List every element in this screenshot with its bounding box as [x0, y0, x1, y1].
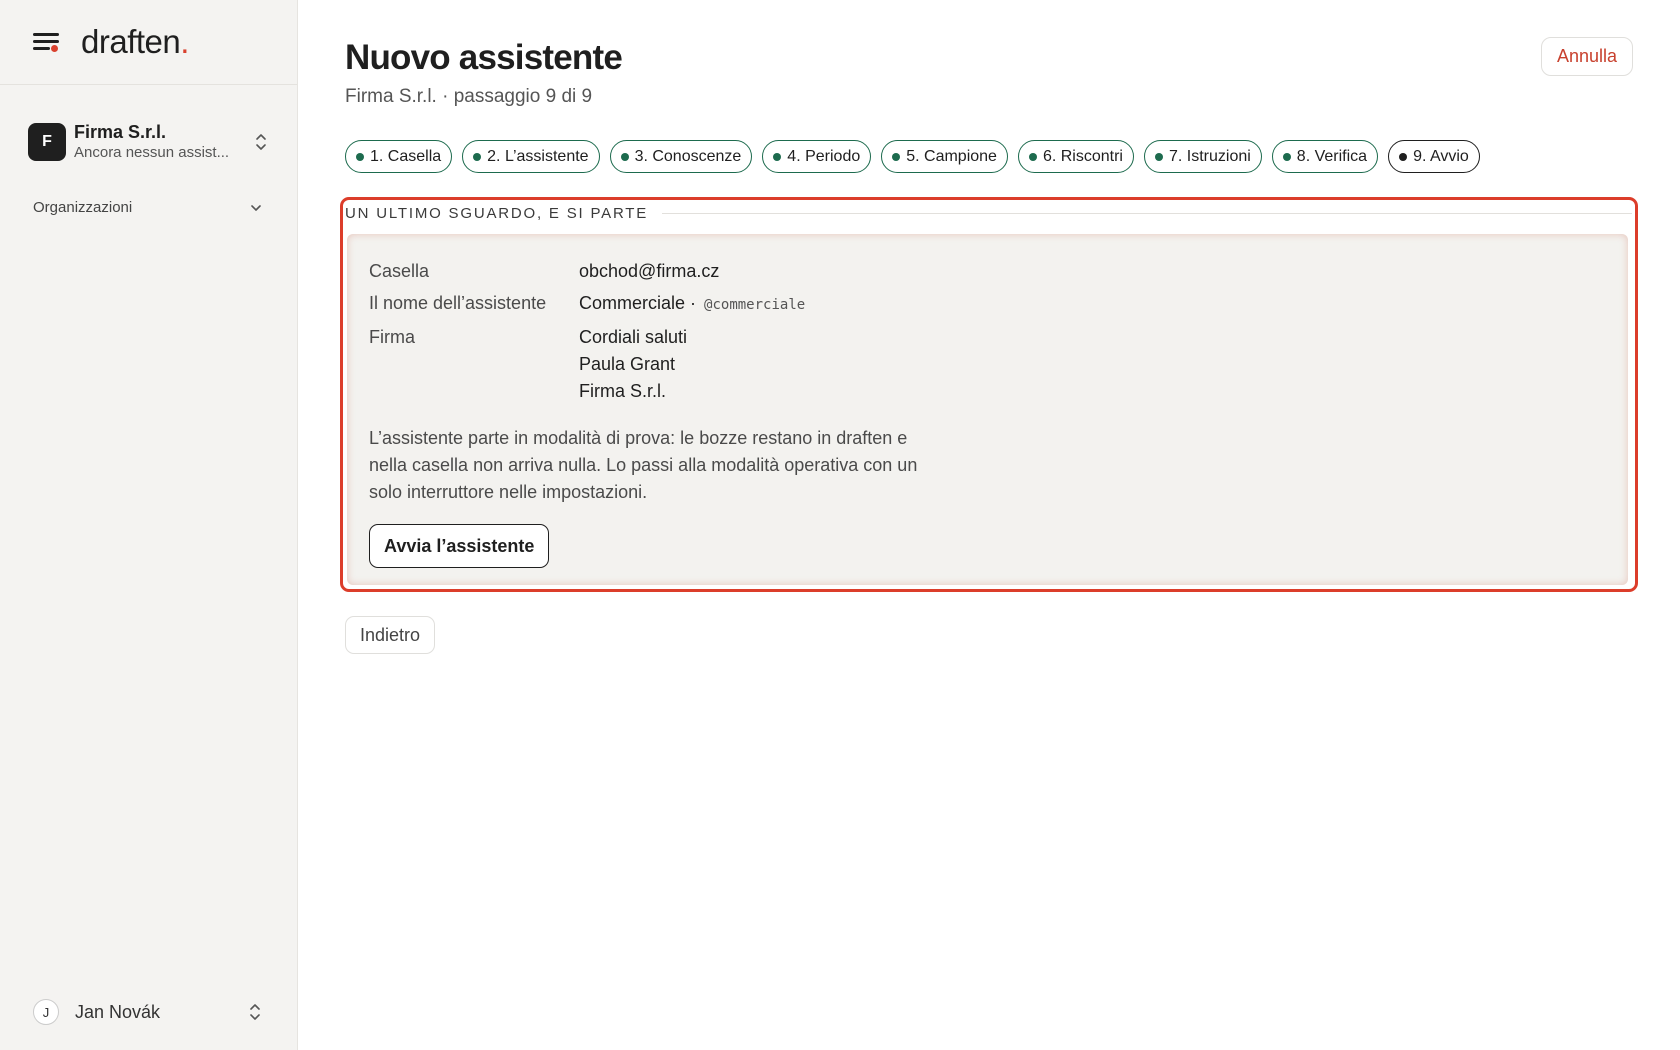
signature-line: Paula Grant — [579, 354, 676, 374]
user-name: Jan Novák — [75, 1001, 161, 1022]
assistant-handle: @commerciale — [704, 297, 806, 313]
back-button[interactable]: Indietro — [345, 616, 436, 654]
organizations-section-toggle[interactable]: Organizzazioni — [0, 199, 297, 216]
mailbox-row: Casella obchod@firma.cz — [369, 258, 1606, 285]
step-done-dot-icon — [1282, 152, 1291, 161]
step-done-dot-icon — [356, 152, 364, 161]
signature-line: Cordiali saluti — [579, 327, 688, 347]
brand-header: draften. — [0, 0, 297, 85]
chevron-up-down-icon — [250, 1004, 260, 1020]
step-current-dot-icon — [1399, 152, 1408, 161]
chevron-down-icon — [251, 204, 261, 211]
step-1[interactable]: 1. Casella — [345, 140, 453, 173]
mailbox-label: Casella — [369, 261, 430, 281]
signature-value: Cordiali saluti Paula Grant Firma S.r.l. — [579, 324, 687, 405]
step-done-dot-icon — [1154, 152, 1163, 161]
assistant-name-value: Commerciale · — [579, 293, 697, 313]
step-7[interactable]: 7. Istruzioni — [1143, 140, 1262, 173]
step-done-dot-icon — [1028, 152, 1037, 161]
assistant-name-label: Il nome dell’assistente — [369, 293, 547, 313]
step-8[interactable]: 8. Verifica — [1271, 140, 1379, 173]
start-assistant-button[interactable]: Avvia l’assistente — [369, 524, 550, 568]
cancel-button[interactable]: Annulla — [1540, 37, 1633, 76]
step-6[interactable]: 6. Riscontri — [1017, 140, 1134, 173]
org-subtitle: Ancora nessun assist... — [74, 144, 230, 161]
organizations-label: Organizzazioni — [33, 199, 133, 216]
organization-switcher[interactable]: F Firma S.r.l. Ancora nessun assist... — [0, 117, 297, 167]
signature-label: Firma — [369, 327, 415, 347]
step-5[interactable]: 5. Campione — [881, 140, 1008, 173]
review-card: Casella obchod@firma.cz Il nome dell’ass… — [347, 234, 1628, 585]
chevron-up-down-icon — [256, 134, 266, 150]
divider — [662, 213, 1632, 214]
step-done-dot-icon — [892, 152, 901, 161]
signature-line: Firma S.r.l. — [579, 381, 667, 401]
step-4[interactable]: 4. Periodo — [762, 140, 872, 173]
main-content: Nuovo assistente Firma S.r.l. · passaggi… — [340, 0, 1680, 1050]
step-done-dot-icon — [473, 152, 482, 161]
sidebar: draften. F Firma S.r.l. Ancora nessun as… — [0, 0, 298, 1050]
signature-row: Firma Cordiali saluti Paula Grant Firma … — [369, 324, 1606, 405]
step-2[interactable]: 2. L’assistente — [462, 140, 600, 173]
mailbox-value: obchod@firma.cz — [579, 261, 720, 281]
menu-icon[interactable] — [33, 31, 59, 53]
assistant-name-row: Il nome dell’assistente Commerciale · @co… — [369, 290, 1606, 319]
review-section-title: UN ULTIMO SGUARDO, E SI PARTE — [345, 205, 1632, 222]
page-subtitle: Firma S.r.l. · passaggio 9 di 9 — [345, 86, 593, 107]
user-menu[interactable]: J Jan Novák — [33, 999, 263, 1025]
step-3[interactable]: 3. Conoscenze — [609, 140, 753, 173]
logo[interactable]: draften. — [81, 23, 189, 61]
org-name: Firma S.r.l. — [74, 122, 167, 142]
step-9-current[interactable]: 9. Avvio — [1388, 140, 1480, 173]
org-avatar: F — [28, 123, 66, 161]
step-done-dot-icon — [773, 152, 782, 161]
user-avatar: J — [33, 999, 59, 1025]
page-title: Nuovo assistente — [345, 38, 623, 77]
wizard-steps: 1. Casella 2. L’assistente 3. Conoscenze… — [345, 140, 1480, 173]
trial-mode-description: L’assistente parte in modalità di prova:… — [369, 428, 918, 502]
step-done-dot-icon — [620, 152, 629, 161]
